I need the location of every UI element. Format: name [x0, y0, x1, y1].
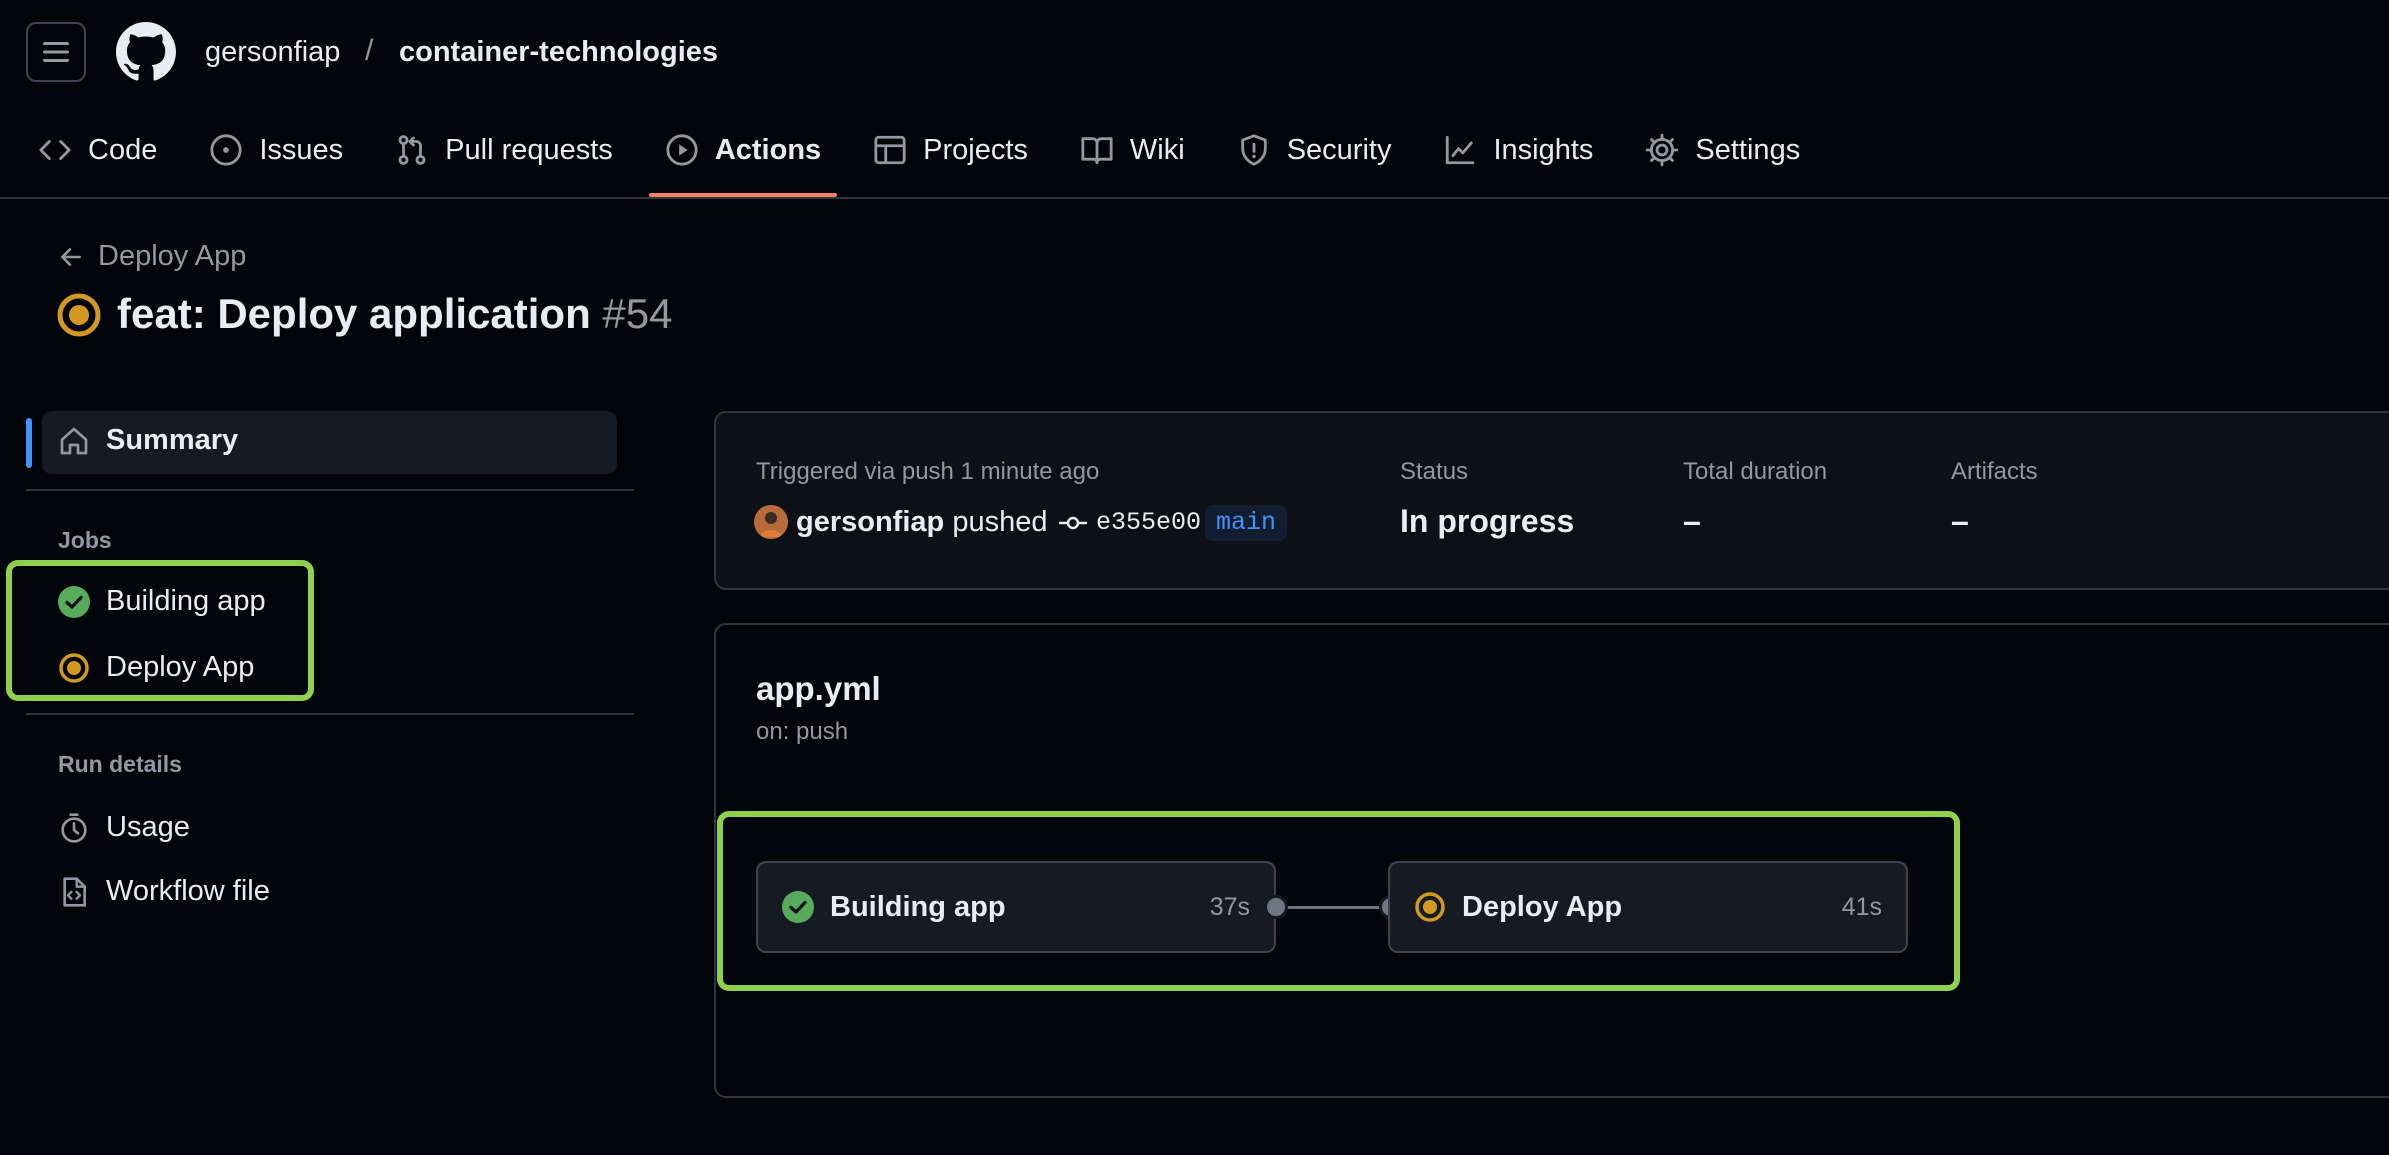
status-value: In progress — [1400, 503, 1575, 539]
tab-code[interactable]: Code — [38, 122, 157, 178]
usage-label: Usage — [106, 811, 190, 843]
repo-header: gersonfiap / container-technologies Code… — [0, 0, 2389, 199]
tab-settings[interactable]: Settings — [1645, 122, 1800, 178]
tab-pull-requests[interactable]: Pull requests — [395, 122, 613, 178]
tab-security[interactable]: Security — [1237, 122, 1392, 178]
arrow-left-icon — [61, 247, 81, 266]
table-icon — [874, 135, 906, 165]
breadcrumb-repo[interactable]: container-technologies — [399, 36, 718, 69]
sidebar-item-summary[interactable]: Summary — [58, 424, 238, 457]
tab-label: Projects — [923, 133, 1028, 166]
stopwatch-icon — [61, 812, 87, 843]
commit-link[interactable]: e355e00 — [1058, 508, 1201, 537]
summary-label: Summary — [106, 424, 239, 456]
artifacts-value: – — [1951, 503, 1969, 539]
active-indicator — [26, 418, 32, 468]
breadcrumb-separator: / — [365, 34, 374, 67]
breadcrumb-owner[interactable]: gersonfiap — [205, 36, 340, 69]
tab-label: Pull requests — [445, 133, 613, 166]
run-summary-card — [714, 411, 2389, 590]
gear-icon — [1646, 133, 1679, 167]
actor-link[interactable]: gersonfiap — [796, 506, 944, 538]
in-progress-status-icon — [57, 293, 101, 337]
avatar[interactable] — [754, 505, 788, 539]
graph-icon — [1446, 135, 1475, 165]
tab-projects[interactable]: Projects — [873, 122, 1028, 178]
jobs-heading: Jobs — [58, 527, 112, 553]
issue-icon — [210, 134, 242, 166]
divider — [26, 489, 634, 491]
page-title: feat: Deploy application #54 — [117, 290, 672, 338]
tab-issues[interactable]: Issues — [209, 122, 343, 178]
tab-label: Issues — [259, 133, 344, 166]
back-label: Deploy App — [98, 240, 247, 272]
tab-label: Wiki — [1129, 133, 1185, 166]
duration-label: Total duration — [1683, 458, 1828, 485]
artifacts-label: Artifacts — [1951, 458, 2038, 485]
shield-icon — [1240, 134, 1267, 166]
home-icon — [60, 427, 88, 454]
repo-nav: Code Issues Pull requests Actions Projec… — [38, 122, 1852, 197]
tab-label: Actions — [714, 133, 822, 166]
tab-label: Settings — [1695, 133, 1801, 166]
tab-actions[interactable]: Actions — [648, 122, 838, 197]
tab-label: Code — [88, 133, 158, 166]
tab-label: Security — [1286, 133, 1392, 166]
highlight-box — [717, 811, 1960, 991]
github-logo-icon[interactable] — [116, 22, 176, 82]
branch-badge[interactable]: main — [1205, 505, 1288, 541]
back-to-workflow-link[interactable]: Deploy App — [58, 240, 246, 273]
status-label: Status — [1400, 458, 1469, 485]
highlight-box — [6, 560, 314, 701]
run-number: #54 — [602, 290, 673, 337]
sidebar-item-usage[interactable]: Usage — [58, 811, 190, 844]
workflow-trigger: on: push — [756, 718, 849, 745]
sidebar-item-workflow-file[interactable]: Workflow file — [58, 875, 270, 908]
commit-sha: e355e00 — [1096, 508, 1202, 537]
pull-request-icon — [398, 135, 426, 165]
menu-button[interactable] — [26, 22, 86, 82]
file-code-icon — [63, 876, 86, 907]
run-details-heading: Run details — [58, 751, 182, 777]
duration-value: – — [1683, 503, 1701, 539]
commit-icon — [1058, 516, 1088, 529]
triggered-text: Triggered via push 1 minute ago — [756, 458, 1100, 485]
workflow-file-label: Workflow file — [106, 875, 270, 907]
hamburger-icon — [43, 42, 69, 62]
tab-insights[interactable]: Insights — [1443, 122, 1593, 178]
tab-wiki[interactable]: Wiki — [1080, 122, 1185, 178]
action-text: pushed — [952, 506, 1048, 538]
workflow-file-name[interactable]: app.yml — [756, 670, 881, 708]
run-title: feat: Deploy application — [117, 290, 591, 337]
book-icon — [1081, 137, 1113, 165]
code-icon — [39, 140, 71, 160]
tab-label: Insights — [1493, 133, 1594, 166]
divider — [26, 713, 634, 715]
pushed-text: gersonfiap pushed — [796, 506, 1047, 539]
play-icon — [666, 134, 698, 166]
